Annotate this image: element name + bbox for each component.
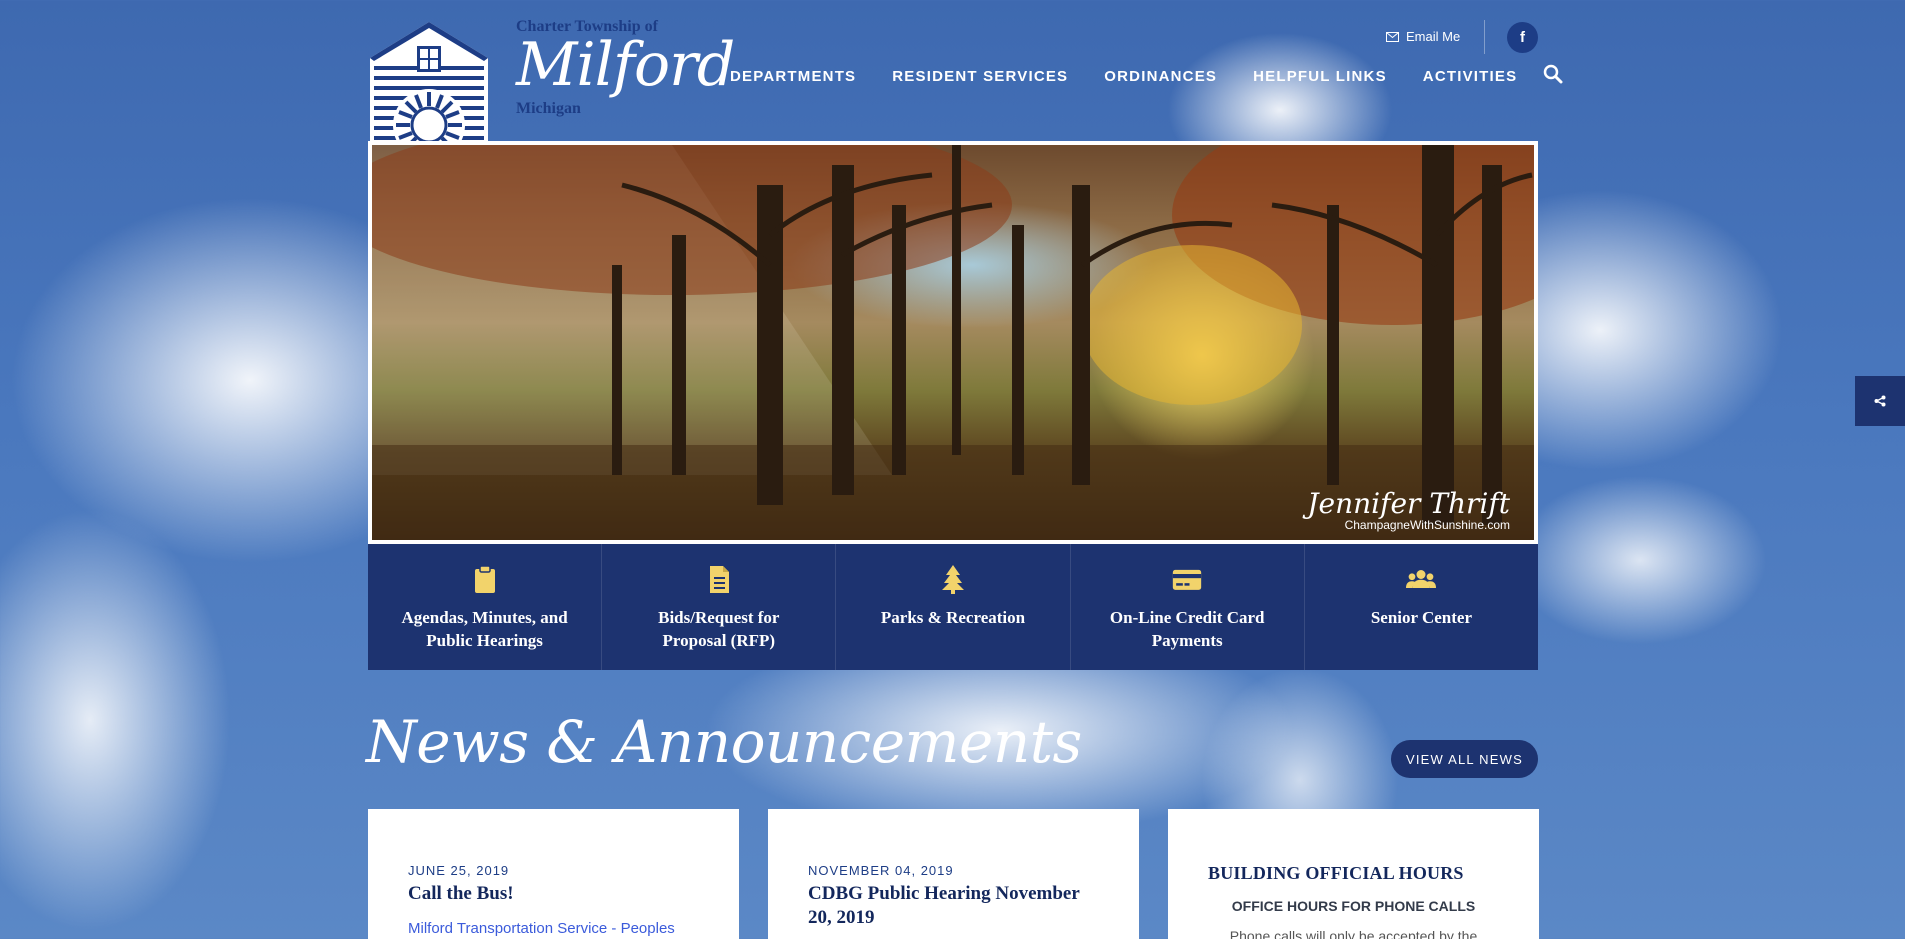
search-icon[interactable] bbox=[1543, 64, 1563, 84]
quick-link-label: Parks & Recreation bbox=[880, 608, 1026, 627]
phone-hours-text: Phone calls will only be accepted by the bbox=[1229, 928, 1478, 939]
email-me-label: Email Me bbox=[1406, 29, 1461, 44]
hero-banner: Jennifer Thrift ChampagneWithSunshine.co… bbox=[368, 141, 1538, 544]
phone-hours-subtitle: OFFICE HOURS FOR PHONE CALLS bbox=[1231, 898, 1476, 914]
quick-link-bids-rfp[interactable]: Bids/Request for Proposal (RFP) bbox=[602, 544, 837, 670]
news-title[interactable]: CDBG Public Hearing November 20, 2019 bbox=[808, 882, 1099, 930]
main-nav: DEPARTMENTS RESIDENT SERVICES ORDINANCES… bbox=[730, 68, 1517, 85]
news-card[interactable]: JUNE 25, 2019 Call the Bus! Milford Tran… bbox=[368, 809, 739, 939]
nav-item-activities[interactable]: ACTIVITIES bbox=[1423, 68, 1518, 85]
photo-credit-signature: Jennifer Thrift bbox=[1307, 487, 1510, 520]
utility-divider bbox=[1484, 20, 1485, 54]
news-date: NOVEMBER 04, 2019 bbox=[808, 863, 954, 878]
nav-item-ordinances[interactable]: ORDINANCES bbox=[1104, 68, 1217, 85]
quick-link-label: Bids/Request for Proposal (RFP) bbox=[658, 608, 780, 650]
news-heading: News & Announcements bbox=[366, 708, 1082, 776]
quick-link-senior-center[interactable]: Senior Center bbox=[1305, 544, 1538, 670]
forest-illustration bbox=[372, 145, 1534, 540]
nav-item-departments[interactable]: DEPARTMENTS bbox=[730, 68, 856, 85]
quick-link-agendas[interactable]: Agendas, Minutes, and Public Hearings bbox=[368, 544, 603, 670]
tree-icon bbox=[942, 565, 964, 594]
quick-link-label: Agendas, Minutes, and Public Hearings bbox=[401, 608, 568, 650]
view-all-news-button[interactable]: VIEW ALL NEWS bbox=[1391, 740, 1538, 778]
photo-credit: Jennifer Thrift ChampagneWithSunshine.co… bbox=[1307, 487, 1510, 533]
nav-item-resident-services[interactable]: RESIDENT SERVICES bbox=[892, 68, 1068, 85]
document-icon bbox=[709, 566, 729, 593]
facebook-icon: f bbox=[1520, 29, 1525, 46]
users-icon bbox=[1406, 570, 1437, 588]
photo-credit-site: ChampagneWithSunshine.com bbox=[1344, 518, 1510, 532]
email-me-link[interactable]: Email Me bbox=[1386, 29, 1460, 44]
news-excerpt[interactable]: Milford Transportation Service - Peoples bbox=[408, 920, 699, 937]
share-icon bbox=[1874, 395, 1886, 407]
building-hours-card: BUILDING OFFICIAL HOURS OFFICE HOURS FOR… bbox=[1168, 809, 1539, 939]
quick-link-payments[interactable]: On-Line Credit Card Payments bbox=[1071, 544, 1305, 670]
share-button[interactable] bbox=[1855, 376, 1905, 426]
facebook-button[interactable]: f bbox=[1507, 22, 1538, 53]
quick-links-bar: Agendas, Minutes, and Public Hearings Bi… bbox=[368, 544, 1538, 670]
envelope-icon bbox=[1386, 31, 1399, 42]
building-hours-title: BUILDING OFFICIAL HOURS bbox=[1208, 863, 1464, 883]
quick-link-label: On-Line Credit Card Payments bbox=[1109, 608, 1265, 650]
quick-link-label: Senior Center bbox=[1370, 608, 1473, 627]
credit-card-icon bbox=[1173, 569, 1202, 590]
brand-bottom-line: Michigan bbox=[516, 100, 581, 117]
news-title[interactable]: Call the Bus! bbox=[408, 882, 699, 906]
clipboard-icon bbox=[474, 565, 495, 593]
nav-item-helpful-links[interactable]: HELPFUL LINKS bbox=[1253, 68, 1387, 85]
news-card[interactable]: NOVEMBER 04, 2019 CDBG Public Hearing No… bbox=[768, 809, 1139, 939]
brand-name[interactable]: Milford bbox=[516, 30, 735, 100]
news-date: JUNE 25, 2019 bbox=[408, 863, 510, 878]
quick-link-parks[interactable]: Parks & Recreation bbox=[836, 544, 1071, 670]
